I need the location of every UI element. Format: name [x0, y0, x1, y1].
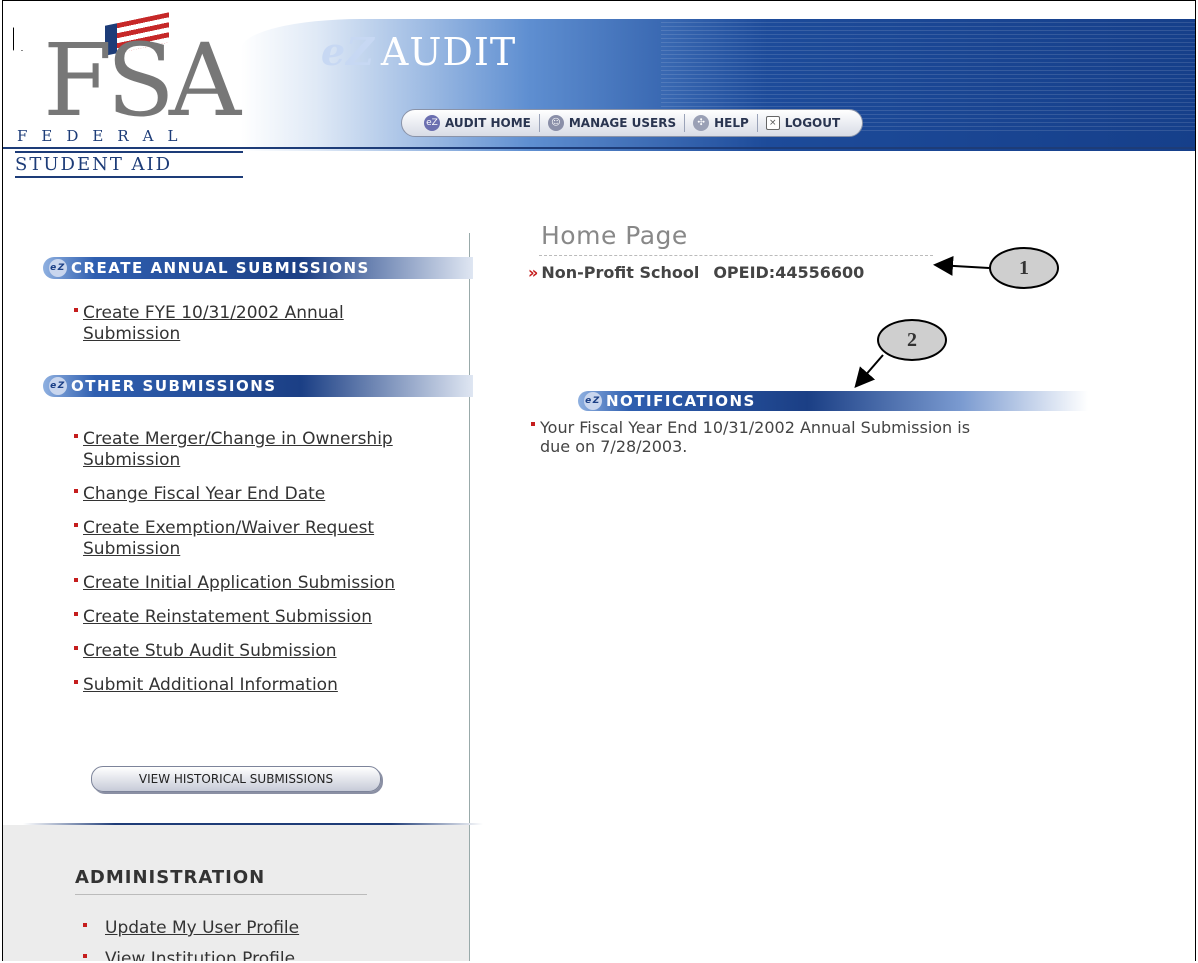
callout-2-arrow	[854, 354, 884, 389]
callout-1-arrow	[933, 255, 990, 276]
callout-2: 2	[877, 319, 947, 361]
page-frame: eZ AUDIT FSA FEDERAL STUDENT AID eZ AUDIT…	[2, 0, 1196, 961]
callout-arrows	[854, 255, 990, 389]
callout-1: 1	[989, 247, 1059, 289]
